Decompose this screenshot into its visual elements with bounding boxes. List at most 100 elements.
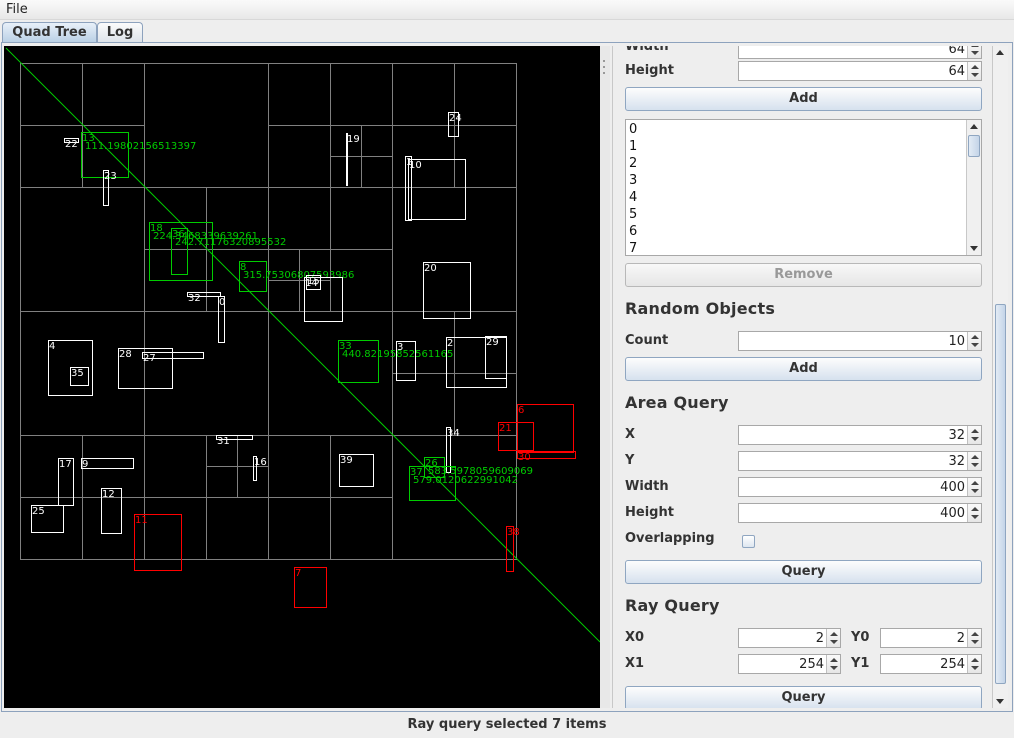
scroll-down-icon[interactable] [970, 246, 978, 251]
area-y-spinner[interactable] [967, 452, 981, 470]
ray-y0-label: Y0 [851, 630, 870, 645]
object-20-label: 20 [424, 263, 437, 274]
menu-file[interactable]: File [6, 2, 28, 17]
ray-query-button[interactable]: Query [625, 686, 982, 708]
ray-y1-value: 254 [940, 657, 965, 672]
ray-x1-label: X1 [625, 656, 645, 671]
count-field[interactable]: 10 [738, 331, 982, 351]
object-36-distance: 242.71176320895532 [175, 237, 286, 248]
ray-y1-field[interactable]: 254 [880, 654, 982, 674]
area-y-field[interactable]: 32 [738, 451, 982, 471]
object-38-label: 38 [507, 527, 520, 538]
count-value: 10 [948, 334, 965, 349]
object-27-label: 27 [143, 353, 156, 364]
scroll-down-icon[interactable] [996, 699, 1004, 704]
object-2-label: 2 [447, 338, 453, 349]
object-4-label: 4 [49, 341, 55, 352]
object-34-label: 34 [447, 428, 460, 439]
list-item[interactable]: 4 [629, 190, 637, 205]
scroll-up-icon[interactable] [996, 50, 1004, 55]
ray-y1-spinner[interactable] [967, 655, 981, 673]
list-item[interactable]: 2 [629, 156, 637, 171]
remove-button[interactable]: Remove [625, 263, 982, 287]
object-10-label: 10 [409, 160, 422, 171]
object-13-distance: 111.19802156513397 [85, 141, 196, 152]
count-spinner[interactable] [967, 332, 981, 350]
panel-scroll-thumb[interactable] [995, 304, 1006, 684]
object-6-rect[interactable] [517, 404, 574, 453]
area-x-spinner[interactable] [967, 426, 981, 444]
objects-layer: 2213111.1980215651339723192411018224.346… [31, 112, 576, 608]
tab-log[interactable]: Log [97, 22, 143, 43]
object-35-label: 35 [71, 368, 84, 379]
area-width-field[interactable]: 400 [738, 477, 982, 497]
height-spinner[interactable] [967, 62, 981, 80]
object-3-label: 3 [397, 342, 403, 353]
object-11-label: 11 [135, 515, 148, 526]
ray-x0-field[interactable]: 2 [738, 628, 841, 648]
area-x-field[interactable]: 32 [738, 425, 982, 445]
add-object-button[interactable]: Add [625, 87, 982, 111]
list-item[interactable]: 0 [629, 122, 637, 137]
overlapping-checkbox[interactable] [742, 535, 755, 548]
object-25-label: 25 [32, 506, 45, 517]
width-field[interactable]: 64 [738, 46, 982, 59]
list-scrollbar[interactable] [966, 120, 981, 255]
panel-scrollbar[interactable] [992, 46, 1008, 708]
object-30-label: 30 [518, 452, 531, 463]
width-spinner[interactable] [967, 46, 981, 58]
object-39-label: 39 [340, 455, 353, 466]
area-width-label: Width [625, 479, 669, 494]
split-pane-divider[interactable] [600, 46, 610, 708]
ray-y0-spinner[interactable] [967, 629, 981, 647]
height-label: Height [625, 63, 674, 78]
list-item[interactable]: 1 [629, 139, 637, 154]
object-list[interactable]: 0 1 2 3 4 5 6 7 [625, 119, 982, 256]
ray-x0-value: 2 [815, 631, 824, 646]
area-query-button[interactable]: Query [625, 560, 982, 584]
area-height-value: 400 [940, 506, 965, 521]
list-item[interactable]: 3 [629, 173, 637, 188]
ray-y0-value: 2 [956, 631, 965, 646]
object-23-label: 23 [104, 171, 117, 182]
area-height-spinner[interactable] [967, 504, 981, 522]
object-24-label: 24 [449, 113, 462, 124]
object-9-rect[interactable] [81, 458, 134, 469]
ray-query-title: Ray Query [625, 596, 720, 615]
area-height-label: Height [625, 505, 674, 520]
object-16-label: 16 [254, 457, 267, 468]
tab-quad-tree[interactable]: Quad Tree [2, 22, 97, 43]
add-random-button[interactable]: Add [625, 357, 982, 381]
height-field[interactable]: 64 [738, 61, 982, 81]
splitter-grip [603, 66, 605, 68]
object-9-label: 9 [82, 459, 88, 470]
area-query-title: Area Query [625, 393, 729, 412]
status-bar: Ray query selected 7 items [407, 717, 607, 732]
object-37-distance: 579.0120622991042 [413, 475, 518, 486]
list-item[interactable]: 5 [629, 207, 637, 222]
list-scroll-thumb[interactable] [968, 135, 980, 157]
object-32-label: 32 [188, 293, 201, 304]
object-14-label: 14 [305, 278, 318, 289]
ray-y1-label: Y1 [851, 656, 870, 671]
list-item[interactable]: 7 [629, 241, 637, 255]
ray-x0-spinner[interactable] [826, 629, 840, 647]
area-y-label: Y [625, 453, 635, 468]
object-21-label: 21 [499, 423, 512, 434]
area-width-spinner[interactable] [967, 478, 981, 496]
scroll-up-icon[interactable] [970, 124, 978, 129]
width-label: Width [625, 46, 669, 54]
control-panel: Width 64 Height 64 Add 0 1 2 3 4 5 6 7 Remove R… [612, 46, 992, 708]
object-29-label: 29 [486, 337, 499, 348]
object-8-distance: 315.75306807593986 [243, 270, 354, 281]
area-height-field[interactable]: 400 [738, 503, 982, 523]
count-label: Count [625, 333, 669, 348]
ray-x1-spinner[interactable] [826, 655, 840, 673]
quadtree-canvas[interactable]: 22 13 111.19802156513397 23 19 24 1 10 18 224.346… [4, 46, 600, 708]
ray-x1-field[interactable]: 254 [738, 654, 841, 674]
list-item[interactable]: 6 [629, 224, 637, 239]
object-0-label: 0 [219, 297, 225, 308]
ray-y0-field[interactable]: 2 [880, 628, 982, 648]
area-x-label: X [625, 427, 636, 442]
splitter-grip [603, 60, 605, 62]
